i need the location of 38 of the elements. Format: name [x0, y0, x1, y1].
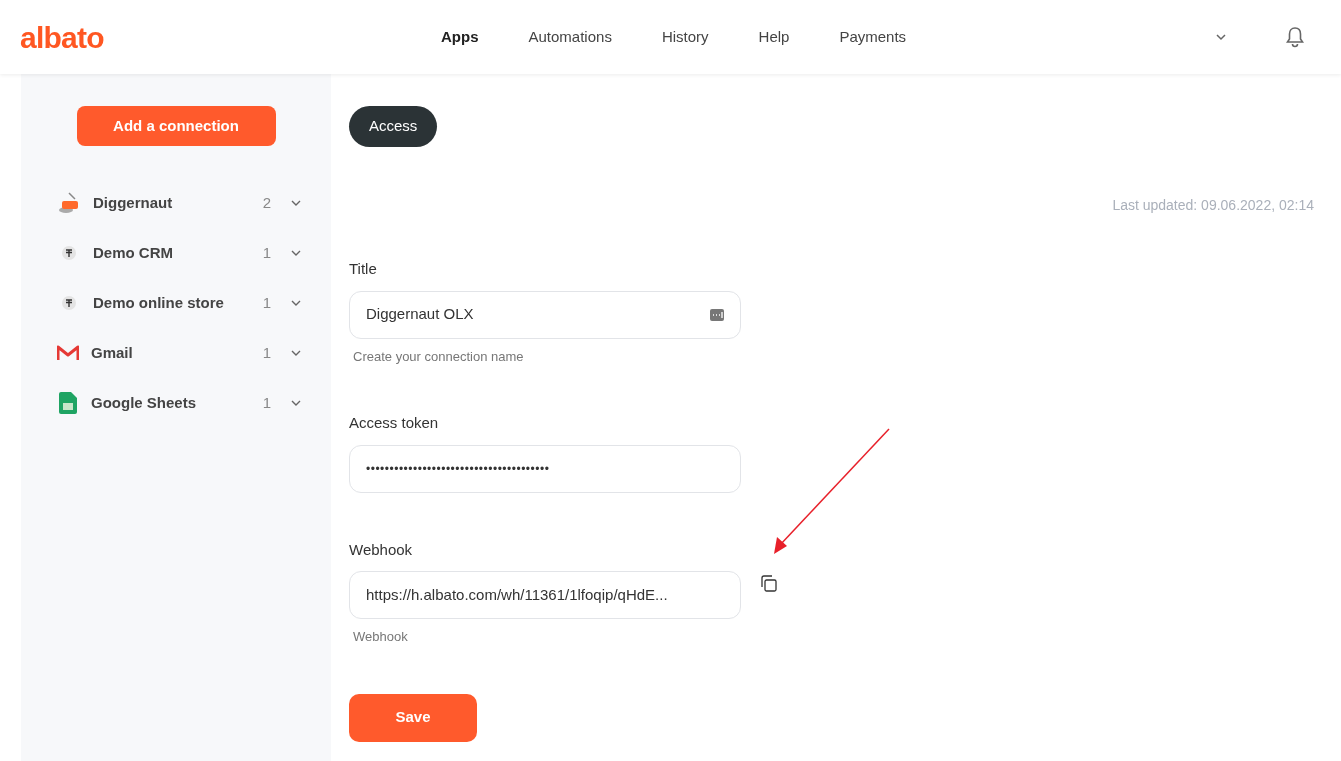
field-hint: Create your connection name [353, 347, 525, 366]
connection-count: 1 [262, 292, 271, 313]
password-field[interactable]: ••••••••••••••••••••••••••••••••••••••• [349, 444, 741, 493]
nav-link[interactable]: Apps [441, 25, 479, 49]
input-field[interactable]: https://h.albato.com/wh/11361/1lfoqip/qHdE... [349, 571, 741, 619]
connection-count: 1 [262, 242, 271, 263]
connection-name[interactable]: Google Sheets [91, 391, 263, 415]
spreadsheet-icon [59, 392, 77, 414]
chevron-down-icon[interactable] [291, 300, 301, 306]
connection-name[interactable]: Demo CRM [93, 241, 263, 265]
ellipsis-icon [710, 308, 724, 321]
connection-count: 2 [262, 192, 271, 213]
field-label: Access token [349, 413, 440, 433]
nav-link[interactable]: Payments [839, 25, 907, 49]
connection-name[interactable]: Diggernaut [93, 191, 263, 215]
last-updated-text: Last updated: 09.06.2022, 02:14 [1112, 196, 1314, 215]
chevron-down-icon[interactable] [291, 250, 301, 256]
chevron-down-icon[interactable] [291, 400, 301, 406]
app-circle-icon [61, 295, 77, 311]
chevron-down-icon[interactable] [1215, 33, 1227, 41]
field-hint: Webhook [353, 628, 409, 646]
chevron-down-icon[interactable] [291, 350, 301, 356]
input-field[interactable]: Diggernaut OLX [349, 290, 741, 339]
chevron-down-icon[interactable] [291, 200, 301, 206]
connection-name[interactable]: Gmail [91, 341, 263, 365]
nav-link[interactable]: History [661, 25, 709, 49]
connection-name[interactable]: Demo online store [93, 291, 263, 315]
nav-link[interactable]: Help [758, 25, 790, 49]
connection-count: 1 [262, 342, 271, 363]
connection-count: 1 [262, 392, 271, 413]
tab[interactable]: Access [349, 106, 438, 147]
field-label: Title [349, 259, 378, 279]
app-circle-icon [61, 245, 77, 261]
bell-icon[interactable] [1285, 26, 1305, 48]
nav-link[interactable]: Automations [528, 25, 612, 49]
mail-icon [57, 345, 79, 361]
copy-icon[interactable] [761, 575, 777, 592]
field-label: Webhook [349, 539, 414, 560]
